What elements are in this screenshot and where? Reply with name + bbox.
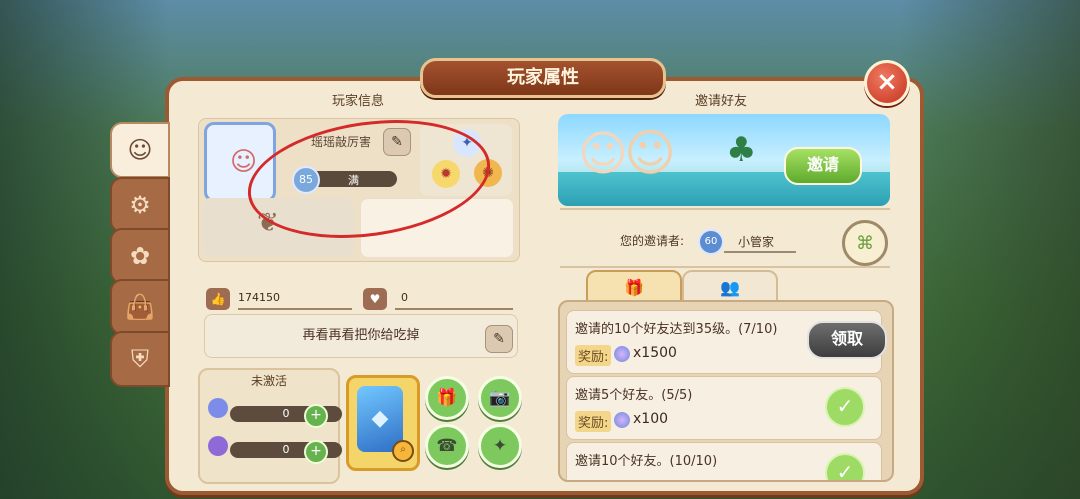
divider-2 — [560, 266, 890, 268]
camera-button[interactable]: 📷 — [478, 376, 522, 420]
tab-settings[interactable]: ⚙ — [110, 177, 170, 233]
scan-button[interactable]: ⌘ — [842, 220, 888, 266]
magic-button[interactable]: ✦ — [478, 424, 522, 468]
likes-count: 174150 — [238, 291, 280, 304]
reward-label-2: 奖励: — [575, 411, 612, 432]
completed-badge-2: ✓ — [825, 387, 865, 427]
heart-gift-icon: ♥ — [363, 288, 387, 310]
flower-icon: ✿ — [129, 242, 151, 270]
background-shadow-right — [900, 0, 1080, 499]
inviter-name: 小管家 — [738, 235, 775, 249]
likes-row: 👍 174150 — [206, 288, 352, 310]
camera-icon: 📷 — [489, 388, 511, 408]
reward-task-3: 邀请10个好友。(10/10) — [575, 454, 718, 469]
support-button[interactable]: ☎ — [425, 424, 469, 468]
inviter-underline — [724, 251, 796, 253]
tab-shield[interactable]: ⛨ — [110, 331, 170, 387]
reward-item-2: 邀请5个好友。(5/5) 奖励: x100 ✓ — [566, 376, 882, 440]
motto-box: 再看再看把你给吃掉 ✎ — [204, 314, 518, 358]
thumbs-up-icon: 👍 — [206, 288, 230, 310]
invite-button[interactable]: 邀请 — [784, 147, 862, 185]
reward-task-1: 邀请的10个好友达到35级。(7/10) — [575, 322, 778, 337]
activation-label: 未激活 — [250, 374, 287, 388]
gifts-row: ♥ 0 — [363, 288, 513, 310]
gifts-count: 0 — [401, 291, 408, 304]
close-button[interactable]: × — [864, 60, 910, 106]
magic-icon: ✦ — [492, 436, 508, 456]
gifts-underline — [395, 308, 513, 310]
reward-task-2: 邀请5个好友。(5/5) — [575, 388, 693, 403]
gift-tab-icon: 🎁 — [624, 277, 644, 297]
zoom-icon[interactable]: ⌕ — [392, 440, 414, 462]
edit-motto-button[interactable]: ✎ — [485, 325, 513, 353]
friends-icon: 👥 — [720, 277, 740, 297]
support-icon: ☎ — [436, 436, 458, 456]
tab-flower[interactable]: ✿ — [110, 228, 170, 284]
scan-icon: ⌘ — [856, 232, 874, 254]
profile-icon: ☺ — [127, 136, 153, 164]
add-slot-2-button[interactable]: + — [304, 440, 328, 464]
motto-text: 再看再看把你给吃掉 — [302, 328, 420, 343]
bag-icon: 👜 — [125, 293, 155, 321]
gear-icon: ⚙ — [129, 191, 151, 219]
page-title: 玩家属性 — [420, 58, 666, 98]
tab-bag[interactable]: 👜 — [110, 279, 170, 335]
likes-underline — [238, 308, 352, 310]
add-slot-1-button[interactable]: + — [304, 404, 328, 428]
inviter-label: 您的邀请者: — [620, 234, 685, 248]
reward-gem-icon-1 — [614, 346, 630, 362]
reward-value-1: x1500 — [633, 345, 677, 361]
gift-icon: 🎁 — [436, 388, 458, 408]
reward-list: 邀请的10个好友达到35级。(7/10) 奖励: x1500 领取 邀请5个好友… — [558, 300, 894, 482]
reward-item-3: 邀请10个好友。(10/10) ✓ — [566, 442, 882, 480]
reward-label-1: 奖励: — [575, 345, 612, 366]
inviter-level: 60 — [698, 229, 724, 255]
tab-gifts[interactable]: 🎁 — [586, 270, 682, 304]
gift-button[interactable]: 🎁 — [425, 376, 469, 420]
tab-friends[interactable]: 👥 — [682, 270, 778, 304]
completed-badge-3: ✓ — [825, 453, 865, 480]
divider-1 — [560, 208, 890, 210]
reward-item-1: 邀请的10个好友达到35级。(7/10) 奖励: x1500 领取 — [566, 310, 887, 374]
reward-value-2: x100 — [633, 411, 669, 427]
character-icon-2: ☺ — [624, 124, 677, 182]
tab-profile[interactable]: ☺ — [110, 122, 170, 178]
invite-friends-header: 邀请好友 — [695, 94, 748, 109]
claim-button[interactable]: 领取 — [807, 321, 887, 359]
palm-tree-icon: ♣ — [726, 130, 757, 170]
slot1-crystal-icon — [208, 398, 228, 418]
reward-gem-icon-2 — [614, 412, 630, 428]
activation-panel: 未激活 0 + 0 + — [198, 368, 342, 484]
slot2-crystal-icon — [208, 436, 228, 456]
character-icon-1: ☺ — [578, 126, 629, 182]
player-info-header: 玩家信息 — [332, 94, 385, 109]
shield-icon: ⛨ — [131, 345, 149, 373]
